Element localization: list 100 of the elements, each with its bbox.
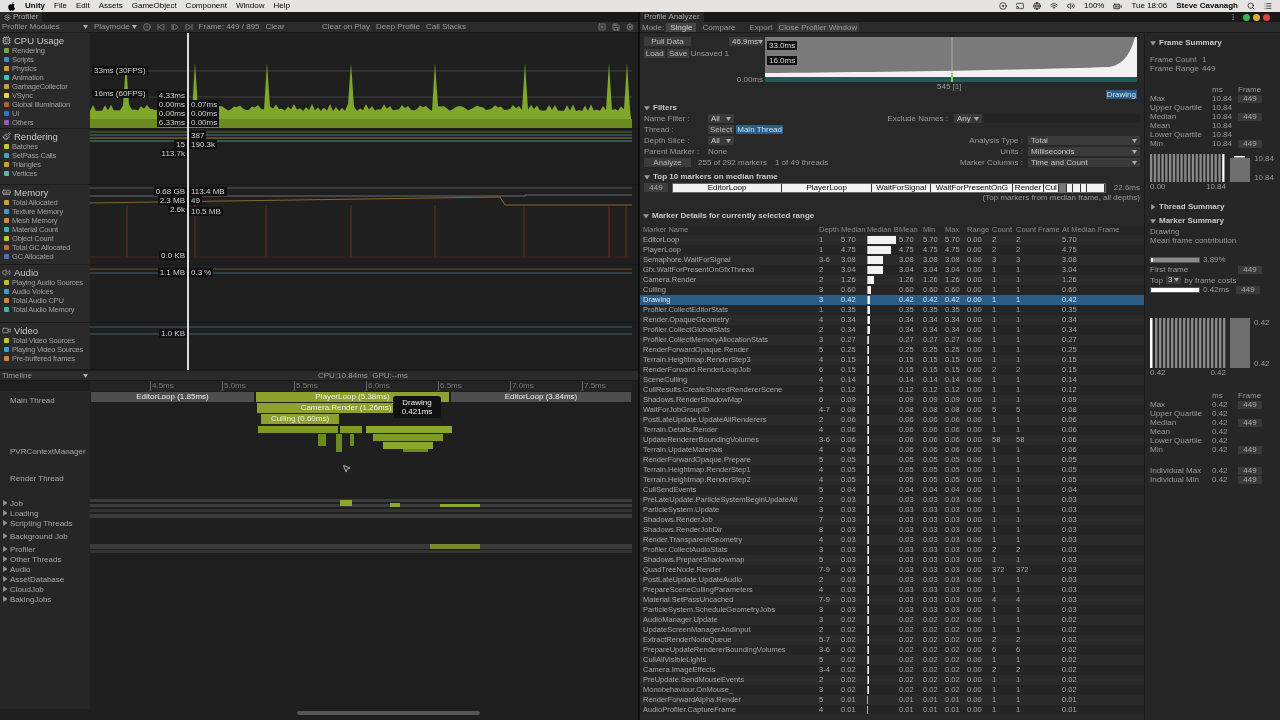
frame-pill[interactable]: 449 (1238, 400, 1262, 409)
add-icon[interactable] (598, 23, 606, 31)
section-title[interactable]: Thread Summary (1159, 201, 1225, 213)
section-title[interactable]: Marker Summary (1159, 215, 1224, 227)
settings-icon[interactable] (626, 23, 634, 31)
record-icon[interactable] (999, 2, 1007, 10)
apple-logo-icon[interactable] (8, 1, 16, 11)
load-button[interactable]: Load (644, 49, 666, 58)
frame-pill[interactable]: 449 (1238, 445, 1262, 454)
view-dropdown[interactable]: Timeline (0, 370, 88, 381)
frame-pill[interactable]: 449 (1238, 475, 1262, 484)
target-dropdown[interactable]: Playmode (94, 22, 137, 32)
airplay-icon[interactable] (1016, 2, 1024, 10)
analysis-type-dropdown[interactable]: Total (1028, 136, 1140, 145)
expand-arrow-icon[interactable] (1150, 218, 1156, 224)
save-icon[interactable] (612, 23, 620, 31)
record-button[interactable] (142, 23, 151, 31)
frame-pill[interactable]: 449 (1238, 94, 1262, 103)
battery-icon[interactable] (1113, 1, 1123, 11)
frame-pill[interactable]: 449 (1238, 265, 1262, 274)
section-title[interactable]: Filters (653, 102, 677, 114)
globe-icon[interactable] (1033, 2, 1041, 10)
module-title[interactable]: Memory (14, 186, 49, 198)
app-menu[interactable]: Unity (25, 1, 45, 11)
profiler-tab[interactable]: Profiler (0, 12, 43, 22)
expand-arrow-icon[interactable] (2, 510, 8, 516)
exclude-names-dropdown[interactable]: Any (954, 114, 982, 123)
menu-item[interactable]: Edit (75, 1, 90, 11)
scroll-thumb[interactable] (297, 711, 480, 715)
expand-arrow-icon[interactable] (2, 596, 8, 602)
expand-arrow-icon[interactable] (643, 213, 649, 219)
mode-tab[interactable]: Single (666, 22, 697, 32)
current-frame-button[interactable] (184, 23, 193, 31)
expand-arrow-icon[interactable] (2, 500, 8, 506)
frame-pill[interactable]: 449 (1238, 112, 1262, 121)
expand-arrow-icon[interactable] (2, 566, 8, 572)
mode-tab[interactable]: Compare (698, 22, 740, 32)
search-icon[interactable] (1247, 2, 1255, 10)
section-title[interactable]: Top 10 markers on median frame (653, 171, 778, 183)
volume-icon[interactable] (1067, 2, 1075, 10)
clear-button[interactable]: Clear (265, 22, 285, 32)
thread-label[interactable]: AssetDatabase (10, 574, 65, 584)
module-title[interactable]: Rendering (14, 130, 58, 142)
more-icon[interactable] (1229, 13, 1237, 21)
expand-arrow-icon[interactable] (2, 556, 8, 562)
select-button[interactable]: Select (708, 125, 735, 134)
section-title[interactable]: Frame Summary (1159, 37, 1222, 49)
top-count-dropdown[interactable]: 3 (1165, 276, 1182, 284)
expand-arrow-icon[interactable] (2, 546, 8, 552)
modules-dropdown[interactable]: Profiler Modules (0, 22, 88, 32)
menu-item[interactable]: Window (235, 1, 265, 11)
frame-pill[interactable]: 449 (1238, 139, 1262, 148)
thread-label[interactable]: Profiler (10, 544, 36, 554)
frame-pill[interactable]: 449 (1236, 285, 1260, 294)
thread-label[interactable]: PVRContextManager (10, 447, 86, 456)
user-name[interactable]: Steve Cavanagh (1176, 1, 1238, 11)
depth-slice-dropdown[interactable]: All (708, 136, 734, 145)
section-title[interactable]: Marker Details for currently selected range (652, 210, 815, 222)
thread-label[interactable]: Loading (10, 508, 39, 518)
marker-segment[interactable]: WaitForSignal (872, 183, 932, 192)
next-frame-button[interactable] (170, 23, 179, 31)
minimize-button[interactable] (1253, 13, 1260, 21)
marker-bar[interactable]: EditorLoop (3.84ms) (450, 392, 632, 402)
close-window-button[interactable]: Close Profiler Window (776, 22, 860, 32)
close-button[interactable] (1263, 13, 1270, 21)
clock[interactable]: Tue 18:06 (1131, 1, 1168, 11)
name-filter-dropdown[interactable]: All (708, 114, 734, 123)
thread-label[interactable]: Render Thread (10, 474, 64, 483)
menu-item[interactable]: File (54, 1, 67, 11)
toolbar-toggle[interactable]: Clear on Play (321, 22, 370, 32)
toolbar-toggle[interactable]: Deep Profile (375, 22, 420, 32)
expand-arrow-icon[interactable] (1150, 204, 1156, 210)
menu-icon[interactable] (1264, 2, 1272, 10)
menu-item[interactable]: Component (185, 1, 227, 11)
expand-arrow-icon[interactable] (2, 586, 8, 592)
marker-segment[interactable]: EditorLoop (673, 183, 783, 192)
thread-label[interactable]: Main Thread (10, 396, 55, 405)
thread-label[interactable]: Other Threads (10, 554, 62, 564)
expand-arrow-icon[interactable] (1150, 40, 1156, 46)
thread-label[interactable]: Audio (10, 564, 31, 574)
frame-pill[interactable]: 449 (644, 183, 668, 192)
expand-arrow-icon[interactable] (2, 520, 8, 526)
thread-label[interactable]: CloudJob (10, 584, 44, 594)
module-title[interactable]: Video (14, 324, 39, 336)
thread-label[interactable]: Scripting Threads (10, 518, 73, 528)
expand-arrow-icon[interactable] (644, 105, 650, 111)
menu-item[interactable]: Help (273, 1, 290, 11)
analyzer-tab[interactable]: Profile Analyzer (640, 12, 704, 22)
toolbar-toggle[interactable]: Call Stacks (426, 22, 466, 32)
wifi-icon[interactable] (1050, 2, 1058, 10)
module-title[interactable]: CPU Usage (14, 34, 65, 46)
marker-segment[interactable]: Cul (1043, 183, 1060, 192)
previous-frame-button[interactable] (156, 23, 165, 31)
export-button[interactable]: Export (747, 22, 775, 32)
menu-item[interactable]: Assets (98, 1, 123, 11)
marker-segment[interactable]: Render (1013, 183, 1044, 192)
thread-label[interactable]: Background Job (10, 531, 68, 541)
maximize-button[interactable] (1243, 13, 1250, 21)
thread-label[interactable]: Job (10, 498, 23, 508)
marker-segment[interactable] (1059, 183, 1068, 192)
